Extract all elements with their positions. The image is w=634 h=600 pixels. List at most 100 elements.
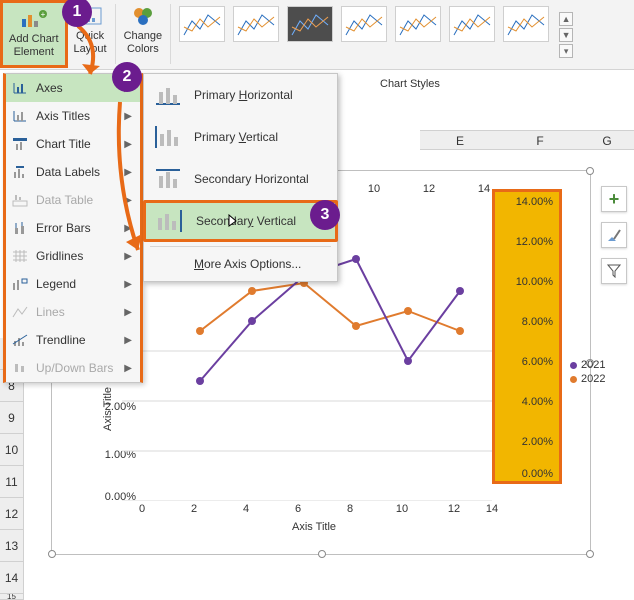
secondary-axis-highlight: 14.00% 12.00% 10.00% 8.00% 6.00% 4.00% 2… — [492, 189, 562, 484]
lines-icon — [10, 303, 30, 321]
error-bars-icon — [10, 219, 30, 237]
x-tick: 14 — [480, 503, 504, 515]
chart-style-thumb[interactable] — [179, 6, 225, 42]
submenu-primary-horizontal[interactable]: Primary Horizontal — [144, 74, 337, 116]
submenu-label: Primary Vertical — [184, 130, 278, 144]
chart-styles-gallery[interactable]: ▲▼▾ — [173, 0, 579, 58]
menu-label: Axis Titles — [30, 109, 124, 123]
chevron-right-icon: ▶ — [124, 335, 132, 346]
primary-vertical-icon — [150, 121, 184, 153]
y-secondary-tick: 12.00% — [516, 236, 553, 248]
row-header[interactable]: 9 — [0, 402, 24, 434]
chart-style-thumb[interactable] — [233, 6, 279, 42]
legend-label: 2021 — [581, 359, 605, 371]
chart-styles-caption: Chart Styles — [380, 78, 440, 90]
chart-title-icon — [10, 135, 30, 153]
y-secondary-tick: 6.00% — [522, 356, 553, 368]
menu-item-lines: Lines▶ — [6, 298, 140, 326]
secondary-vertical-icon — [152, 205, 186, 237]
row-header[interactable]: 11 — [0, 466, 24, 498]
chart-legend[interactable]: 2021 2022 — [570, 357, 605, 387]
legend-entry[interactable]: 2022 — [570, 373, 605, 385]
chart-style-thumb[interactable] — [449, 6, 495, 42]
submenu-primary-vertical[interactable]: Primary Vertical — [144, 116, 337, 158]
submenu-label: Secondary Vertical — [186, 214, 296, 228]
chart-plus-button[interactable]: + — [601, 186, 627, 212]
menu-item-trendline[interactable]: Trendline▶ — [6, 326, 140, 354]
submenu-secondary-horizontal[interactable]: Secondary Horizontal — [144, 158, 337, 200]
updown-icon — [10, 359, 30, 377]
row-header[interactable]: 12 — [0, 498, 24, 530]
y-axis-title[interactable]: Axis Title — [102, 387, 114, 431]
menu-divider — [150, 246, 331, 247]
menu-label: Gridlines — [30, 249, 124, 263]
menu-item-legend[interactable]: Legend▶ — [6, 270, 140, 298]
column-header[interactable]: F — [500, 130, 580, 150]
axes-submenu: Primary Horizontal Primary Vertical Seco… — [143, 73, 338, 282]
chart-style-thumb[interactable] — [341, 6, 387, 42]
y-secondary-tick: 4.00% — [522, 396, 553, 408]
change-colors-button[interactable]: Change Colors — [118, 0, 169, 68]
chart-style-thumb[interactable] — [287, 6, 333, 42]
filter-icon — [607, 264, 621, 278]
gridlines-icon — [10, 247, 30, 265]
chart-style-thumb[interactable] — [503, 6, 549, 42]
change-colors-label: Change Colors — [124, 30, 163, 55]
axes-icon — [10, 79, 30, 97]
menu-label: Up/Down Bars — [30, 361, 124, 375]
x-tick: 12 — [442, 503, 466, 515]
menu-label: Trendline — [30, 333, 124, 347]
submenu-more-axis-options[interactable]: More Axis Options... — [144, 251, 337, 277]
submenu-label: Primary Horizontal — [184, 88, 293, 102]
axis-titles-icon — [10, 107, 30, 125]
menu-label: Chart Title — [30, 137, 124, 151]
chevron-right-icon: ▶ — [124, 279, 132, 290]
svg-text:+: + — [40, 10, 45, 19]
annotation-step-2: 2 — [112, 62, 142, 92]
menu-item-updown-bars: Up/Down Bars▶ — [6, 354, 140, 382]
row-header[interactable]: 15 — [0, 594, 24, 600]
menu-label: Error Bars — [30, 221, 124, 235]
chart-brush-button[interactable] — [601, 222, 627, 248]
row-header[interactable]: 14 — [0, 562, 24, 594]
y-secondary-tick: 14.00% — [516, 196, 553, 208]
menu-label: Data Table — [30, 193, 124, 207]
legend-icon — [10, 275, 30, 293]
add-chart-element-button[interactable]: + Add Chart Element — [0, 0, 68, 68]
x-axis-title[interactable]: Axis Title — [292, 521, 336, 533]
column-header[interactable]: G — [580, 130, 634, 150]
legend-entry[interactable]: 2021 — [570, 359, 605, 371]
add-chart-element-label: Add Chart Element — [9, 33, 59, 58]
x-tick: 10 — [390, 503, 414, 515]
legend-label: 2022 — [581, 373, 605, 385]
y-secondary-tick: 0.00% — [522, 468, 553, 480]
chevron-right-icon: ▶ — [124, 363, 132, 374]
submenu-secondary-vertical[interactable]: Secondary Vertical — [143, 200, 338, 242]
submenu-label: Secondary Horizontal — [184, 172, 309, 186]
row-header[interactable]: 13 — [0, 530, 24, 562]
y-secondary-tick: 8.00% — [522, 316, 553, 328]
x-tick: 8 — [338, 503, 362, 515]
x-tick: 4 — [234, 503, 258, 515]
menu-label: Legend — [30, 277, 124, 291]
menu-label: Lines — [30, 305, 124, 319]
chart-filter-button[interactable] — [601, 258, 627, 284]
change-colors-icon — [127, 4, 159, 28]
separator — [170, 4, 171, 64]
column-header[interactable]: E — [420, 130, 500, 150]
brush-icon — [606, 227, 622, 243]
secondary-horizontal-icon — [150, 163, 184, 195]
x-tick: 0 — [130, 503, 154, 515]
chart-styles-scroll[interactable]: ▲▼▾ — [559, 6, 573, 58]
row-header[interactable]: 10 — [0, 434, 24, 466]
annotation-arrow — [112, 100, 152, 260]
data-labels-icon — [10, 163, 30, 181]
data-table-icon — [10, 191, 30, 209]
annotation-step-3: 3 — [310, 200, 340, 230]
chart-style-thumb[interactable] — [395, 6, 441, 42]
x-tick: 6 — [286, 503, 310, 515]
primary-horizontal-icon — [150, 79, 184, 111]
add-chart-element-icon: + — [18, 7, 50, 31]
x-tick: 2 — [182, 503, 206, 515]
plus-icon: + — [609, 189, 620, 210]
